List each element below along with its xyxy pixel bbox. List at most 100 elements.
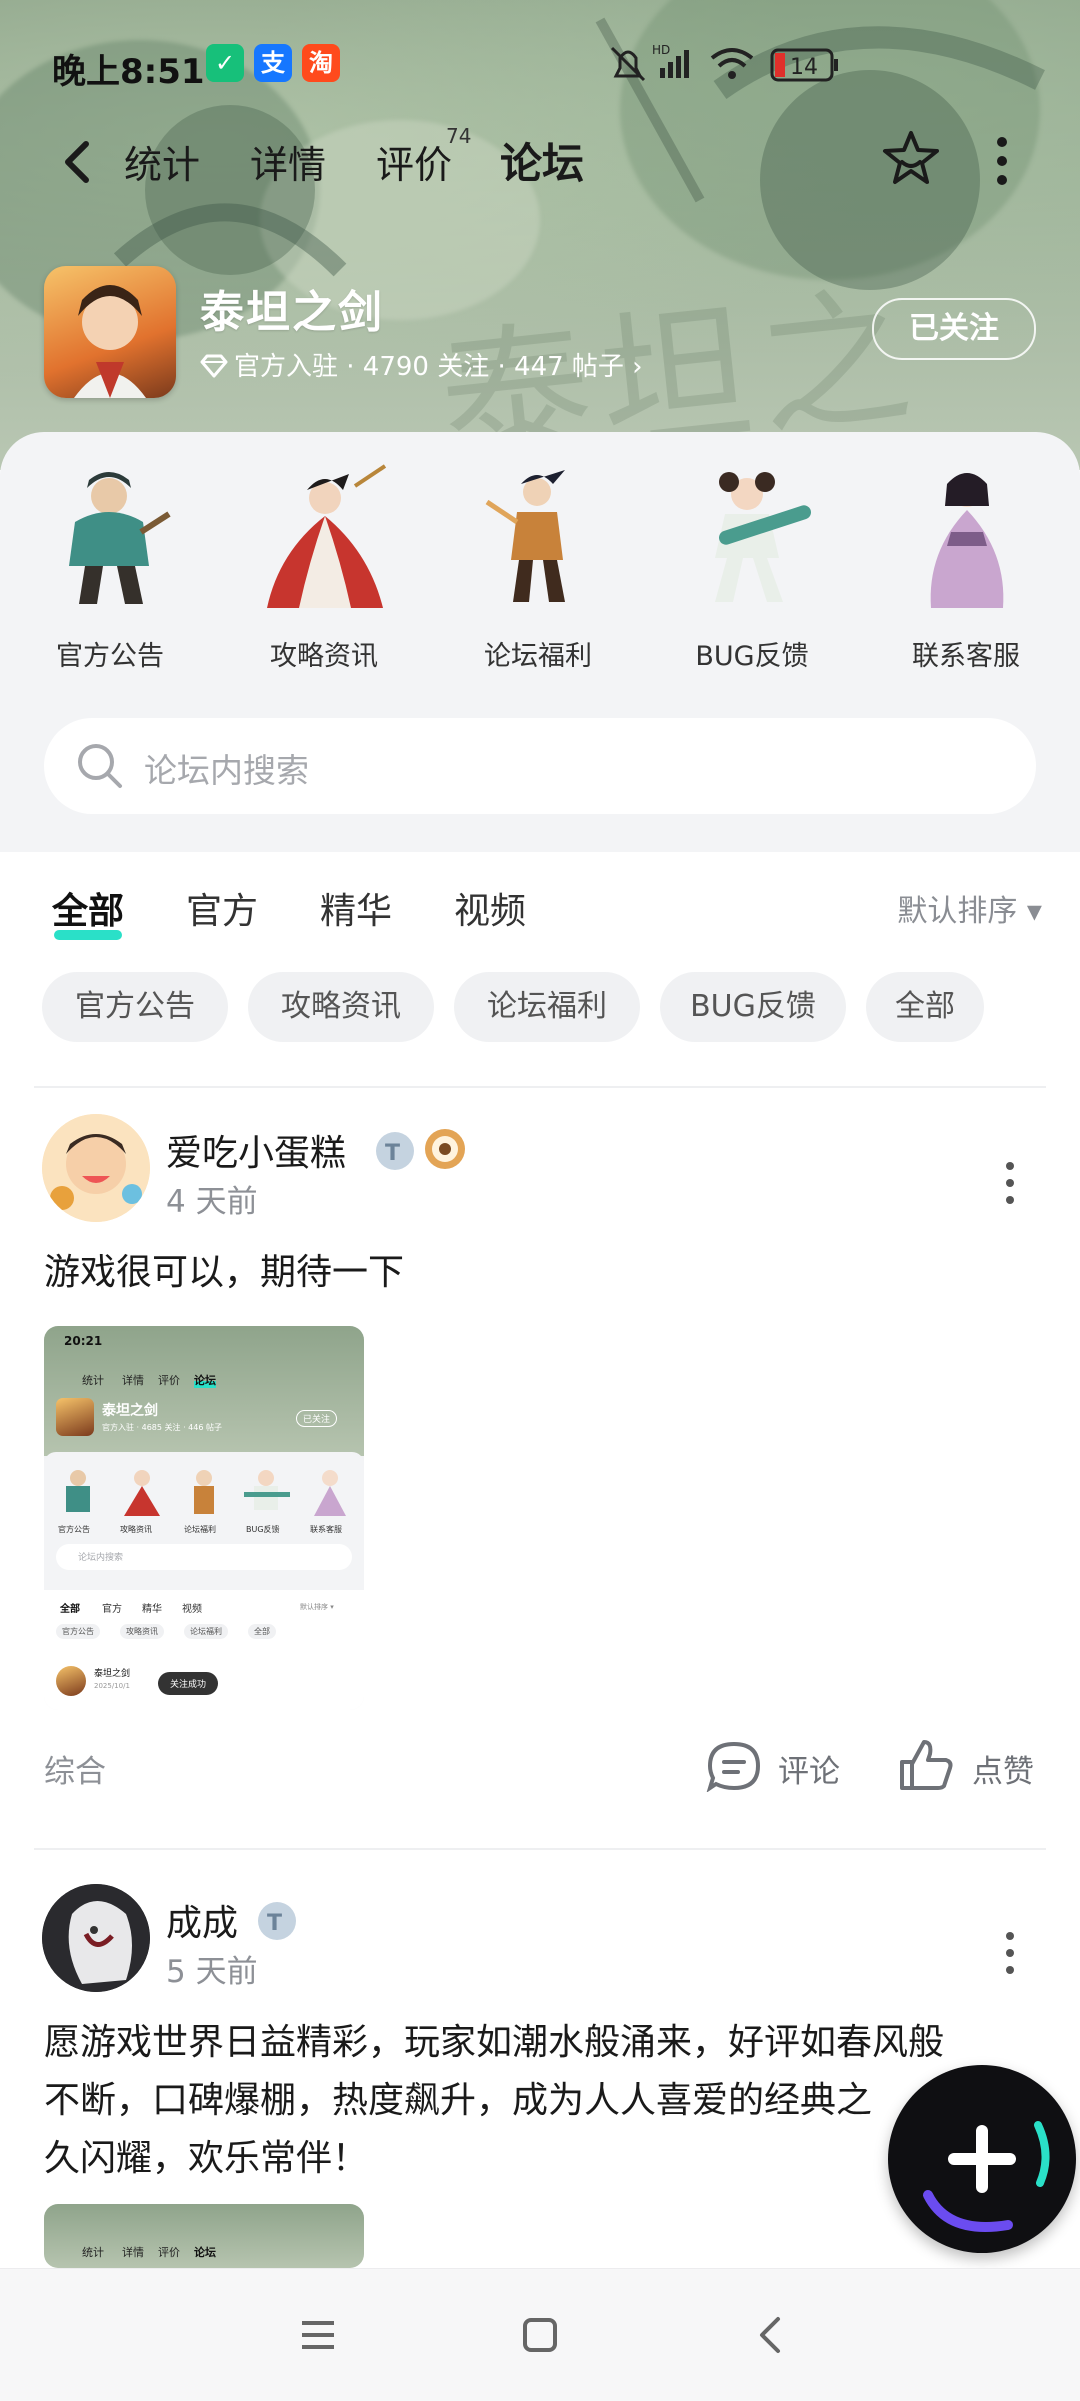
chip-all[interactable]: 全部 bbox=[866, 972, 984, 1042]
game-meta-text: 官方入驻 · 4790 关注 · 447 帖子 › bbox=[234, 352, 643, 382]
new-post-fab[interactable] bbox=[888, 2065, 1076, 2253]
game-app-icon[interactable] bbox=[44, 266, 176, 398]
category-label: BUG反馈 bbox=[695, 641, 809, 672]
tab-stats[interactable]: 统计 bbox=[124, 134, 200, 189]
back-arrow-icon[interactable] bbox=[54, 132, 104, 192]
level-badge-icon: T bbox=[258, 1902, 296, 1940]
warrior-character-icon bbox=[69, 472, 171, 604]
swordsman-character-icon bbox=[485, 470, 565, 602]
post-username[interactable]: 成成 bbox=[166, 1894, 238, 1946]
filter-tab-all[interactable]: 全部 bbox=[52, 882, 124, 940]
divider bbox=[34, 1848, 1046, 1850]
wifi-icon bbox=[710, 48, 754, 79]
topic-chips: 官方公告 攻略资讯 论坛福利 BUG反馈 全部 bbox=[0, 972, 1080, 1044]
category-benefits[interactable]: 论坛福利 bbox=[438, 462, 638, 672]
avatar[interactable] bbox=[42, 1884, 150, 1992]
menu-icon[interactable] bbox=[298, 2317, 338, 2353]
divider bbox=[34, 1086, 1046, 1088]
thumb-toast: 关注成功 bbox=[158, 1672, 219, 1695]
category-announcements[interactable]: 官方公告 bbox=[10, 462, 210, 672]
back-nav-icon[interactable] bbox=[752, 2313, 788, 2357]
gunner-girl-character-icon bbox=[715, 472, 811, 602]
forum-card: 官方公告 攻略资讯 论坛福利 BUG反馈 联系客服 论坛内搜索 bbox=[0, 432, 1080, 852]
favorite-star-icon[interactable] bbox=[880, 128, 942, 190]
chip-guides[interactable]: 攻略资讯 bbox=[248, 972, 434, 1042]
filter-tab-video[interactable]: 视频 bbox=[454, 882, 526, 934]
bell-muted-icon bbox=[610, 46, 646, 82]
sort-dropdown[interactable]: 默认排序 ▾ bbox=[897, 886, 1042, 930]
post-more-icon[interactable] bbox=[1002, 1928, 1018, 1978]
system-nav-bar bbox=[0, 2268, 1080, 2401]
thumb-cat: 攻略资讯 bbox=[120, 1525, 152, 1534]
category-label: 联系客服 bbox=[912, 641, 1020, 672]
thumb-time: 20:21 bbox=[64, 1334, 103, 1348]
post-content[interactable]: 愿游戏世界日益精彩，玩家如潮水般涌来，好评如春风般 不断，口碑爆棚，热度飙升，成… bbox=[44, 2014, 1034, 2188]
forum-search-bar[interactable]: 论坛内搜索 bbox=[44, 718, 1036, 814]
category-guides[interactable]: 攻略资讯 bbox=[224, 462, 424, 672]
level-badge-icon: T bbox=[376, 1132, 414, 1170]
diamond-icon bbox=[200, 354, 228, 378]
thumb-cat: 论坛福利 bbox=[184, 1525, 216, 1534]
tab-reviews[interactable]: 评价 bbox=[376, 134, 452, 189]
thumb-tab: 评价 bbox=[158, 1374, 180, 1387]
red-dress-character-icon bbox=[267, 464, 387, 608]
thumb-tab: 统计 bbox=[82, 1374, 104, 1387]
post-image[interactable]: 统计 详情 评价 论坛 bbox=[44, 2204, 364, 2268]
like-button[interactable]: 点赞 bbox=[972, 1746, 1034, 1791]
post-time: 5 天前 bbox=[166, 1954, 258, 1990]
follow-button[interactable]: 已关注 bbox=[872, 298, 1036, 360]
post-image[interactable]: 20:21 统计 详情 评价 论坛 泰坦之剑 官方入驻 · 4685 关注 · … bbox=[44, 1326, 364, 1710]
category-label: 攻略资讯 bbox=[270, 641, 378, 672]
game-title: 泰坦之剑 bbox=[200, 287, 384, 338]
search-input[interactable]: 论坛内搜索 bbox=[144, 744, 309, 792]
thumb-search: 论坛内搜索 bbox=[56, 1544, 352, 1570]
hd-label: HD bbox=[652, 43, 670, 57]
post-content[interactable]: 游戏很可以，期待一下 bbox=[44, 1244, 1034, 1302]
avatar[interactable] bbox=[42, 1114, 150, 1222]
shield-app-icon: ✓ bbox=[206, 44, 244, 82]
game-meta[interactable]: 官方入驻 · 4790 关注 · 447 帖子 › bbox=[200, 346, 643, 383]
svg-text:14: 14 bbox=[790, 55, 818, 80]
purple-dress-character-icon bbox=[930, 473, 1004, 608]
category-customer-service[interactable]: 联系客服 bbox=[866, 462, 1066, 672]
reviews-count: 74 bbox=[446, 124, 472, 148]
tab-details[interactable]: 详情 bbox=[250, 134, 326, 189]
more-menu-icon[interactable] bbox=[990, 134, 1014, 188]
thumb-characters bbox=[66, 1470, 346, 1516]
top-nav: 统计 详情 评价 74 论坛 bbox=[0, 124, 1080, 198]
alipay-app-icon: 支 bbox=[254, 44, 292, 82]
game-header: 泰坦之剑 官方入驻 · 4790 关注 · 447 帖子 › 已关注 bbox=[44, 266, 1044, 400]
thumb-tab: 论坛 bbox=[194, 1372, 216, 1388]
comment-icon[interactable] bbox=[706, 1740, 762, 1792]
thumb-game-meta: 官方入驻 · 4685 关注 · 446 帖子 bbox=[102, 1423, 222, 1432]
thumb-tab: 详情 bbox=[122, 1374, 144, 1387]
category-bug-report[interactable]: BUG反馈 bbox=[652, 462, 852, 672]
thumb-cat: 联系客服 bbox=[310, 1525, 342, 1534]
comment-button[interactable]: 评论 bbox=[778, 1746, 840, 1791]
medal-badge-icon bbox=[425, 1129, 465, 1169]
svg-text:T: T bbox=[385, 1141, 400, 1166]
home-icon[interactable] bbox=[520, 2315, 560, 2355]
post-more-icon[interactable] bbox=[1002, 1158, 1018, 1208]
thumb-game-icon bbox=[56, 1398, 94, 1436]
plus-icon bbox=[923, 2121, 1050, 2232]
filter-tab-official[interactable]: 官方 bbox=[186, 882, 258, 934]
post-username[interactable]: 爱吃小蛋糕 bbox=[166, 1124, 346, 1176]
chip-announcements[interactable]: 官方公告 bbox=[42, 972, 228, 1042]
battery-icon: 14 bbox=[770, 48, 838, 82]
svg-text:T: T bbox=[267, 1911, 282, 1936]
post-time: 4 天前 bbox=[166, 1184, 258, 1220]
thumb-cat: 官方公告 bbox=[58, 1525, 90, 1534]
filter-tab-featured[interactable]: 精华 bbox=[320, 882, 392, 934]
like-thumb-icon[interactable] bbox=[898, 1736, 954, 1792]
tab-forum[interactable]: 论坛 bbox=[500, 130, 585, 191]
status-time: 晚上8:51 bbox=[52, 52, 205, 92]
chip-benefits[interactable]: 论坛福利 bbox=[454, 972, 640, 1042]
taobao-app-icon: 淘 bbox=[302, 44, 340, 82]
thumb-game-name: 泰坦之剑 bbox=[102, 1403, 158, 1419]
status-bar: 晚上8:51 ✓ 支 淘 HD 14 bbox=[0, 38, 1080, 92]
status-icons: HD 14 bbox=[610, 43, 838, 82]
chip-bug-report[interactable]: BUG反馈 bbox=[660, 972, 846, 1042]
post-category-tag[interactable]: 综合 bbox=[44, 1746, 106, 1791]
thumb-follow: 已关注 bbox=[296, 1410, 338, 1427]
